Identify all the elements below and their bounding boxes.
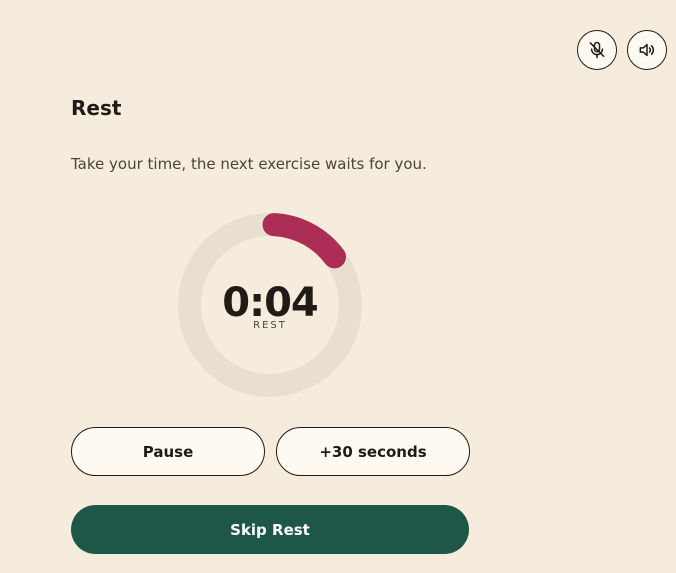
timer-ring-progress bbox=[262, 213, 347, 269]
rest-timer: 0:04 REST bbox=[178, 213, 362, 397]
pause-button[interactable]: Pause bbox=[71, 427, 265, 476]
add-30-seconds-button[interactable]: +30 seconds bbox=[276, 427, 470, 476]
timer-label: REST bbox=[253, 320, 287, 331]
rest-subtitle: Take your time, the next exercise waits … bbox=[71, 155, 427, 173]
speaker-button[interactable] bbox=[627, 30, 667, 70]
speaker-icon bbox=[639, 43, 655, 57]
mute-microphone-button[interactable] bbox=[577, 30, 617, 70]
skip-rest-button[interactable]: Skip Rest bbox=[71, 505, 469, 554]
timer-value: 0:04 bbox=[222, 280, 319, 326]
mic-off-icon bbox=[589, 41, 605, 59]
page-title: Rest bbox=[71, 96, 122, 120]
